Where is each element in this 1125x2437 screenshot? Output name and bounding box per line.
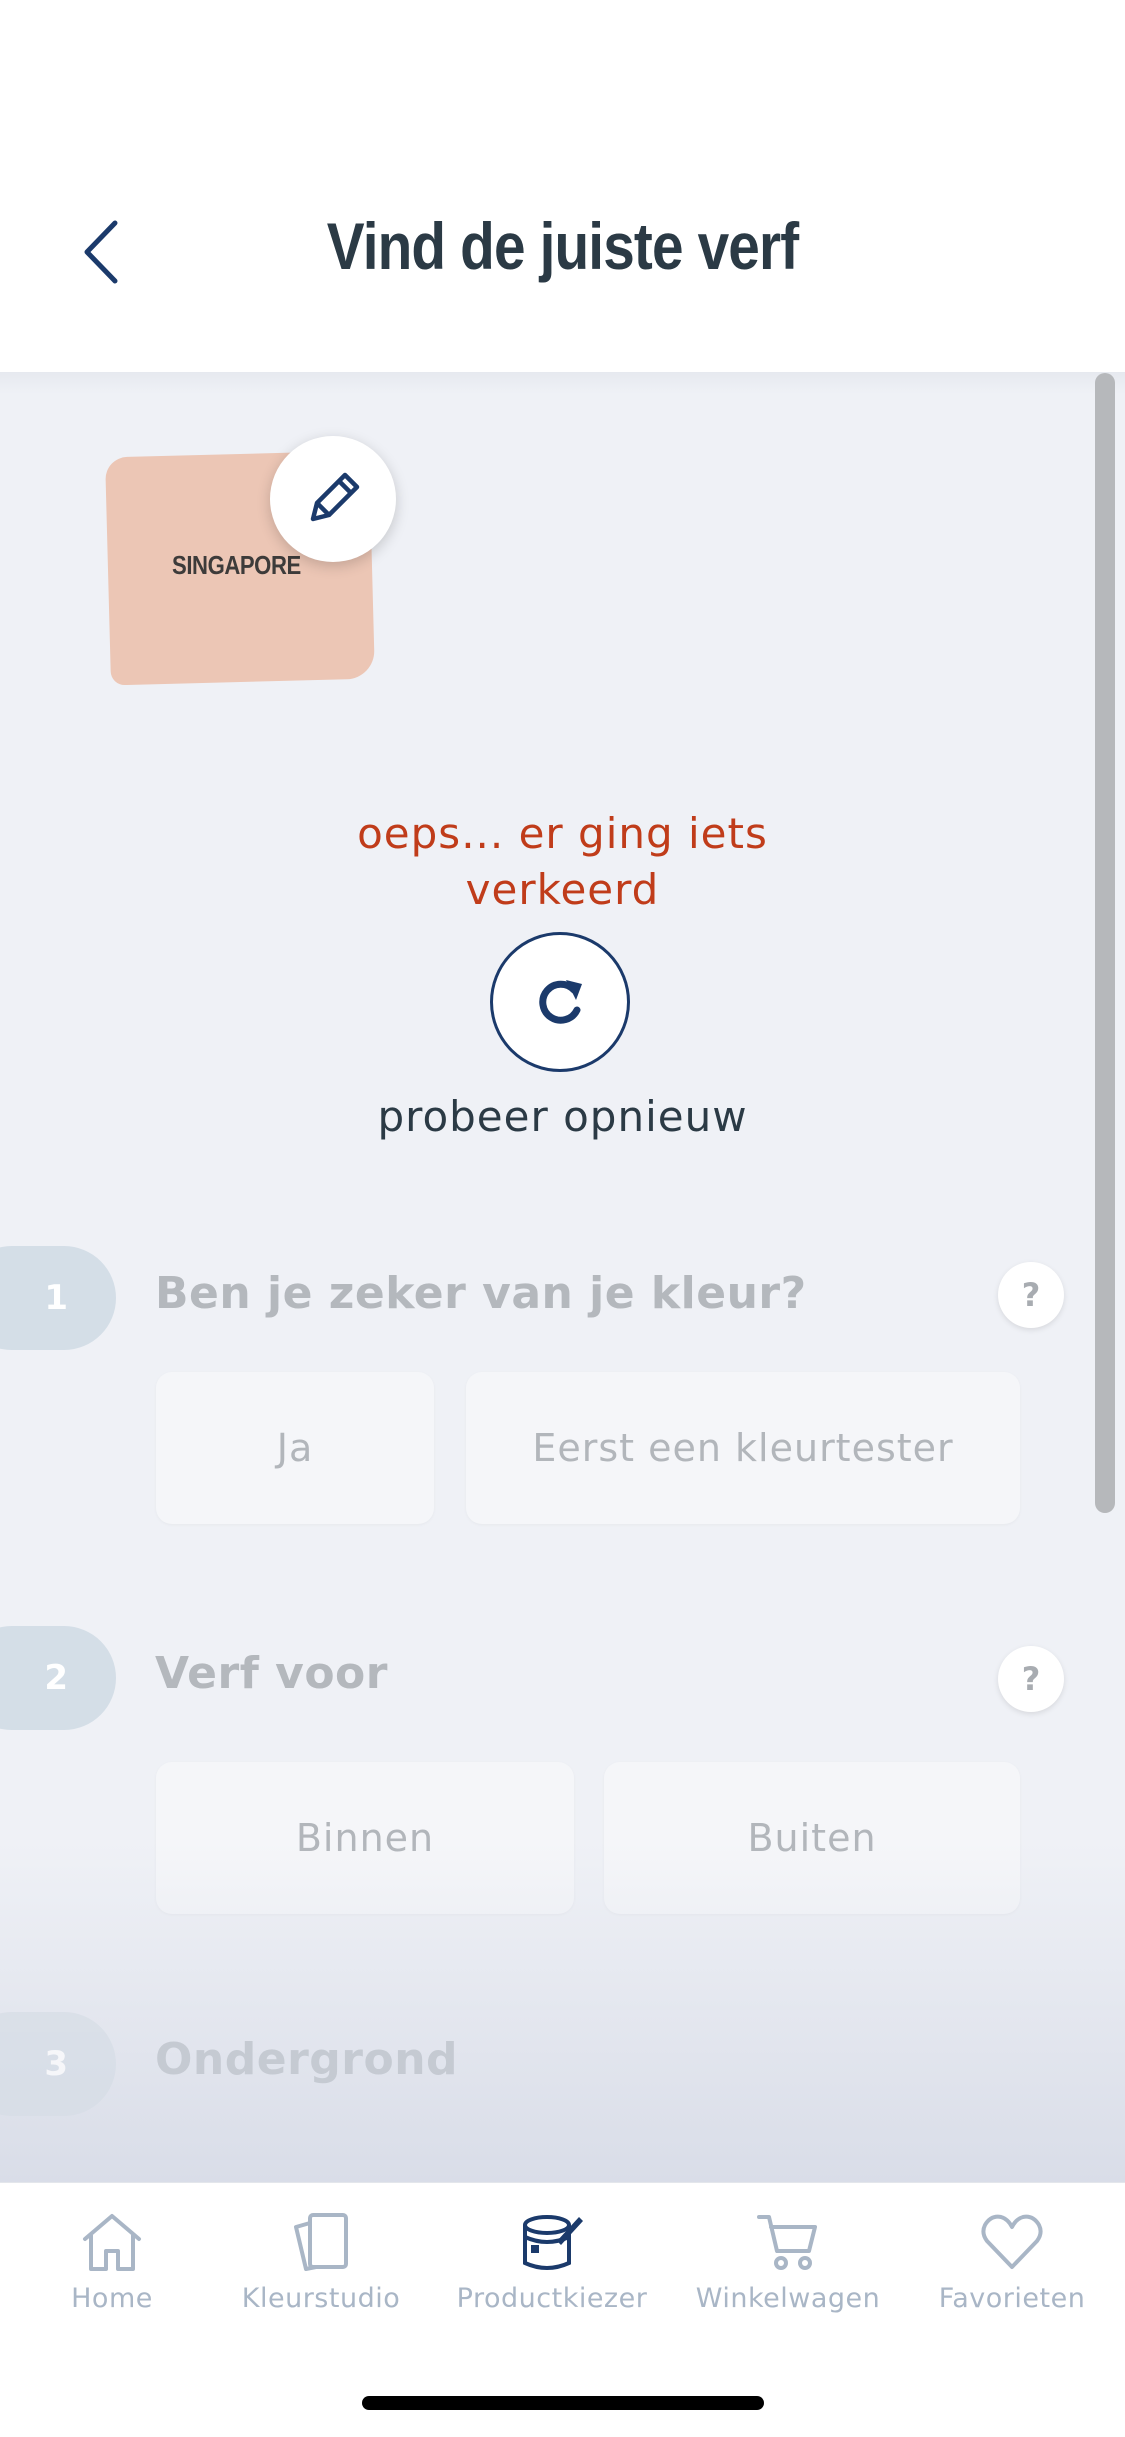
option-binnen[interactable]: Binnen xyxy=(156,1762,574,1914)
tab-label: Home xyxy=(71,2283,153,2314)
main-content[interactable]: SINGAPORE oeps... er ging iets verkeerd … xyxy=(0,372,1125,2182)
tab-label: Winkelwagen xyxy=(695,2283,881,2314)
edit-color-button[interactable] xyxy=(270,436,396,562)
cart-icon xyxy=(757,2215,817,2270)
tab-label: Productkiezer xyxy=(456,2283,648,2314)
tab-productkiezer[interactable]: Productkiezer xyxy=(456,2211,648,2314)
step-number-badge: 2 xyxy=(0,1626,116,1730)
option-kleurtester[interactable]: Eerst een kleurtester xyxy=(466,1372,1020,1524)
page-title: Vind de juiste verf xyxy=(326,209,799,283)
color-cards-icon xyxy=(294,2213,348,2271)
step-title: Ben je zeker van je kleur? xyxy=(155,1268,807,1319)
tab-kleurstudio[interactable]: Kleurstudio xyxy=(240,2211,402,2314)
home-icon xyxy=(83,2214,141,2271)
content-top-shadow xyxy=(0,372,1125,394)
heart-icon xyxy=(981,2214,1043,2269)
paint-can-icon xyxy=(523,2215,583,2270)
help-button[interactable]: ? xyxy=(998,1646,1064,1712)
tab-home[interactable]: Home xyxy=(44,2211,180,2314)
step-title: Ondergrond xyxy=(155,2034,459,2085)
home-indicator[interactable] xyxy=(362,2396,764,2410)
error-line-1: oeps... er ging iets xyxy=(357,809,768,858)
refresh-icon xyxy=(539,980,582,1024)
color-name: SINGAPORE xyxy=(172,550,301,580)
tab-label: Favorieten xyxy=(938,2283,1086,2314)
retry-label: probeer opnieuw xyxy=(377,1092,748,1141)
tab-winkelwagen[interactable]: Winkelwagen xyxy=(695,2211,881,2314)
help-button[interactable]: ? xyxy=(998,1262,1064,1328)
pencil-icon xyxy=(310,472,360,522)
step-number-badge: 3 xyxy=(0,2012,116,2116)
tab-label: Kleurstudio xyxy=(241,2283,401,2314)
option-ja[interactable]: Ja xyxy=(156,1372,434,1524)
error-message: oeps... er ging iets verkeerd xyxy=(0,806,1125,918)
scrollbar[interactable] xyxy=(1095,373,1115,1513)
error-line-2: verkeerd xyxy=(465,865,660,914)
step-title: Verf voor xyxy=(155,1648,388,1699)
option-buiten[interactable]: Buiten xyxy=(604,1762,1020,1914)
header: Vind de juiste verf xyxy=(0,0,1125,372)
retry-button[interactable] xyxy=(490,932,630,1072)
tab-favorieten[interactable]: Favorieten xyxy=(936,2211,1088,2314)
step-number-badge: 1 xyxy=(0,1246,116,1350)
